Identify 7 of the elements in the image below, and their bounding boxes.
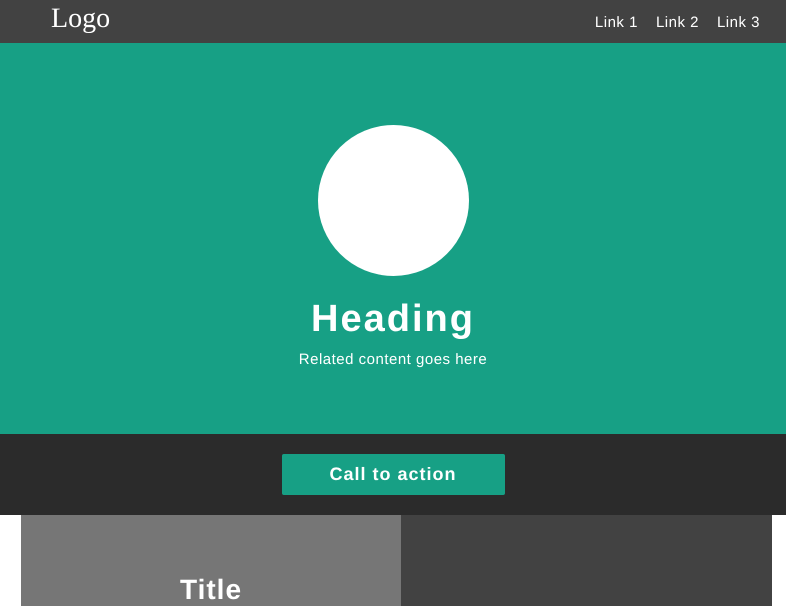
nav-link[interactable]: Link 1 bbox=[594, 12, 638, 35]
nav-link[interactable]: Link 2 bbox=[656, 12, 699, 35]
nav-link[interactable]: Link 3 bbox=[716, 12, 760, 35]
logo[interactable]: Logo bbox=[51, 4, 110, 32]
hero-subtext: Related content goes here bbox=[298, 350, 488, 370]
card-title: Title bbox=[180, 576, 242, 604]
hero-heading: Heading bbox=[311, 300, 475, 338]
